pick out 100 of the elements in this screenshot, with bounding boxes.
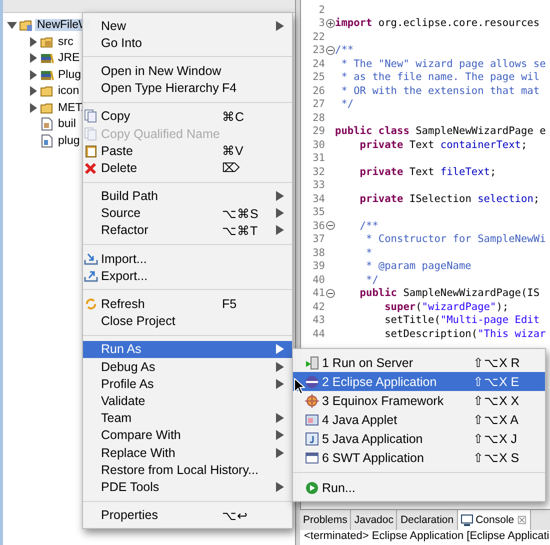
server-icon xyxy=(305,356,319,370)
tree-item[interactable]: src xyxy=(56,36,76,48)
code-line: setDescription("This wizar xyxy=(384,328,546,340)
line-number: 43 xyxy=(312,314,325,326)
tree-item[interactable]: Plug xyxy=(56,68,84,81)
menu-item[interactable]: Refresh F5 xyxy=(83,295,292,313)
code-line: * Constructor for SampleNewWi xyxy=(364,233,546,246)
view-tab[interactable]: Console ☒ xyxy=(458,510,532,530)
line-number: 3 xyxy=(318,17,325,30)
line-number: 25 xyxy=(312,71,325,84)
project-folder-icon xyxy=(19,18,33,32)
collapse-icon[interactable] xyxy=(326,46,334,55)
menu-item[interactable]: Export... xyxy=(83,267,292,284)
expand-arrow-icon[interactable] xyxy=(28,86,38,96)
menu-item[interactable]: Go Into xyxy=(83,34,292,52)
menu-item[interactable]: Restore from Local History... xyxy=(83,461,292,478)
line-number: 24 xyxy=(312,58,325,70)
folder-icon xyxy=(40,100,54,115)
tree-item[interactable]: buil xyxy=(56,118,78,130)
expand-arrow-icon[interactable] xyxy=(28,36,38,47)
line-number: 32 xyxy=(312,166,325,178)
package-folder-icon xyxy=(40,34,54,49)
code-line: /** xyxy=(358,220,378,232)
code-line: */ xyxy=(364,274,378,286)
menu-item[interactable]: Import... xyxy=(83,250,292,268)
menu-item[interactable]: Run As xyxy=(83,340,292,358)
menu-item[interactable]: 5 Java Application ⇧⌥X J xyxy=(293,429,545,448)
expand-arrow-icon[interactable] xyxy=(28,102,38,113)
menu-item[interactable]: Team xyxy=(83,410,292,427)
code-line: * @param pageName xyxy=(364,260,472,272)
menu-item[interactable]: 1 Run on Server ⇧⌥X R xyxy=(293,353,545,372)
console-text: <terminated> Eclipse Application [Eclipse Applicati xyxy=(300,530,550,545)
menu-item[interactable]: Validate xyxy=(83,392,292,410)
menu-item[interactable]: Properties ⌥↩ xyxy=(83,506,292,524)
code-line: */ xyxy=(340,98,354,110)
close-icon[interactable]: ☒ xyxy=(517,514,528,526)
code-line: * OR with the extension that mat xyxy=(340,84,540,97)
code-line: * as the file name. The page wil xyxy=(340,71,540,84)
copy-icon xyxy=(84,126,98,141)
eclipse-icon xyxy=(305,374,319,388)
expand-arrow-icon[interactable] xyxy=(28,53,38,64)
applet-icon xyxy=(305,412,319,426)
line-number: 38 xyxy=(312,246,325,259)
line-number: 36 xyxy=(312,220,325,232)
code-line: setTitle("Multi-page Edit xyxy=(384,314,540,326)
collapse-icon[interactable] xyxy=(326,288,334,298)
copy-icon xyxy=(84,109,98,124)
menu-item[interactable]: Paste ⌘V xyxy=(83,142,292,160)
line-number: 26 xyxy=(312,84,325,97)
tree-item[interactable]: icon xyxy=(56,85,82,98)
code-line: * xyxy=(364,246,372,259)
menu-item[interactable]: Delete ⌦ xyxy=(83,159,292,176)
menu-item[interactable]: Source ⌥⌘S xyxy=(83,204,292,222)
line-number: 30 xyxy=(312,138,325,151)
code-line: /** xyxy=(335,44,354,56)
menu-item[interactable]: Replace With xyxy=(83,444,292,462)
code-line: public SampleNewWizardPage(IS xyxy=(358,287,540,300)
menu-item[interactable]: 2 Eclipse Application ⇧⌥X E xyxy=(293,372,545,391)
expand-arrow-icon[interactable] xyxy=(28,70,38,80)
menu-item[interactable]: 3 Equinox Framework ⇧⌥X X xyxy=(293,391,545,410)
menu-item[interactable]: Close Project xyxy=(83,312,292,330)
menu-item[interactable]: Run... xyxy=(293,478,545,497)
menu-item[interactable]: PDE Tools xyxy=(83,478,292,496)
code-line: public class SampleNewWizardPage e xyxy=(335,125,546,138)
menu-item[interactable]: Profile As xyxy=(83,375,292,392)
collapse-icon[interactable] xyxy=(326,221,334,230)
import-icon xyxy=(84,252,98,266)
line-number: 37 xyxy=(312,233,325,246)
line-number: 2 xyxy=(318,4,325,16)
menu-item[interactable]: 4 Java Applet ⇧⌥X A xyxy=(293,410,545,429)
refresh-icon xyxy=(84,297,98,312)
clipboard-icon xyxy=(84,144,98,158)
line-number: 39 xyxy=(312,260,325,272)
console-icon xyxy=(460,514,473,526)
delete-icon xyxy=(84,160,98,175)
line-number: 23 xyxy=(312,44,325,56)
mouse-pointer-icon xyxy=(294,378,305,395)
menu-item[interactable]: Build Path xyxy=(83,188,292,205)
line-number: 31 xyxy=(312,152,325,164)
menu-item[interactable]: Compare With xyxy=(83,426,292,444)
line-number: 42 xyxy=(312,300,325,313)
tree-item[interactable]: JRE xyxy=(56,52,82,64)
line-number: 44 xyxy=(312,328,325,340)
line-number: 28 xyxy=(312,112,325,124)
expand-icon[interactable] xyxy=(326,18,334,28)
menu-item[interactable]: Refactor ⌥⌘T xyxy=(83,222,292,240)
library-icon xyxy=(40,51,54,66)
line-number: 35 xyxy=(312,206,325,218)
tree-item[interactable]: plug xyxy=(56,134,82,147)
menu-item[interactable]: 6 SWT Application ⇧⌥X S xyxy=(293,448,545,467)
run-icon xyxy=(305,480,319,494)
code-line: private Text containerText; xyxy=(358,138,528,151)
expand-arrow-icon[interactable] xyxy=(7,20,17,30)
menu-item[interactable]: Open in New Window xyxy=(83,62,292,80)
menu-item[interactable]: New xyxy=(83,17,292,34)
menu-item[interactable]: Open Type Hierarchy F4 xyxy=(83,80,292,97)
plugin-file-icon xyxy=(40,134,54,148)
crosshair-icon xyxy=(305,394,319,408)
menu-item[interactable]: Debug As xyxy=(83,358,292,376)
export-icon xyxy=(84,268,98,283)
